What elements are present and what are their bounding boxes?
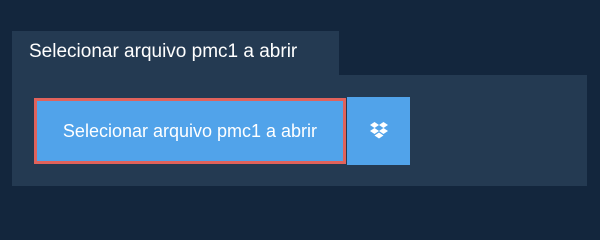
- dropbox-icon: [369, 122, 389, 140]
- dropbox-button[interactable]: [347, 97, 410, 165]
- select-file-button[interactable]: Selecionar arquivo pmc1 a abrir: [34, 98, 346, 164]
- panel-title: Selecionar arquivo pmc1 a abrir: [12, 31, 339, 75]
